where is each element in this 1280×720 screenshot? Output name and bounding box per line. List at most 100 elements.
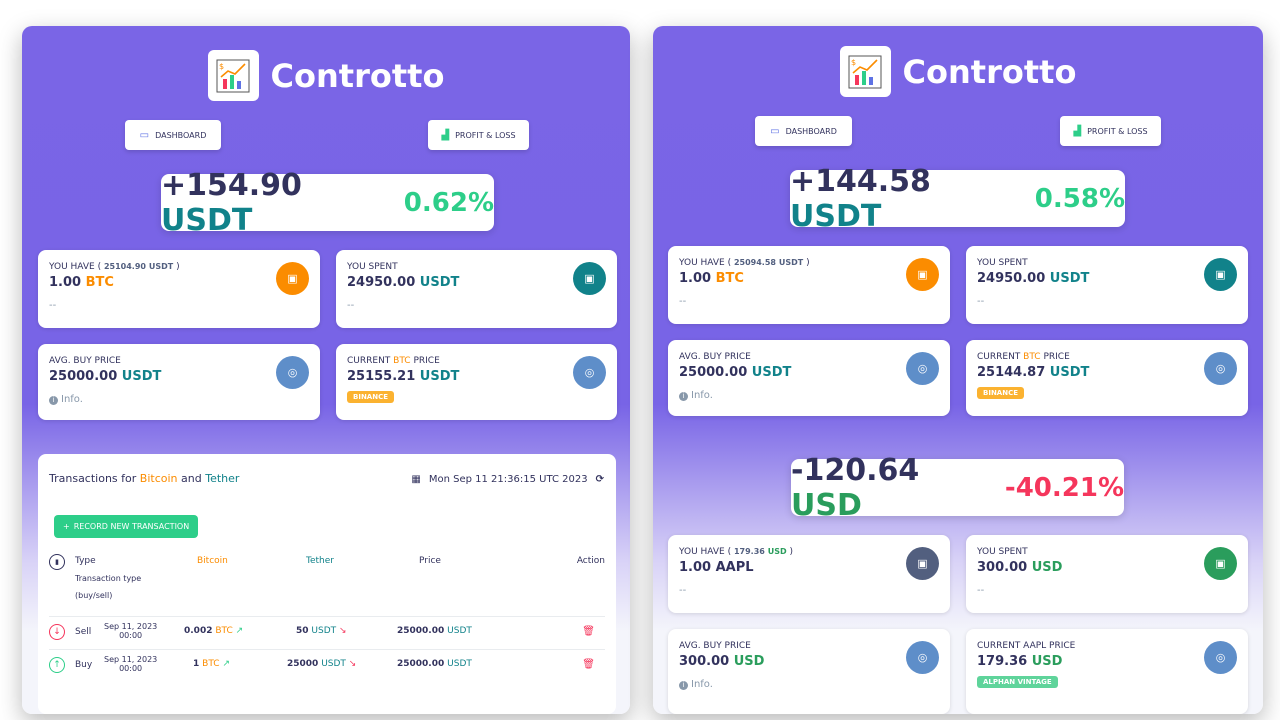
you-spent-note: --	[347, 300, 355, 311]
left-app-window: $ Controtto ▭ DASHBOARD ▟ PROFIT & LOSS …	[22, 26, 630, 714]
info-link[interactable]: i Info.	[49, 394, 309, 405]
avg-buy-price-value: 25000.00 USDT	[679, 365, 792, 380]
you-have-value: 1.00 AAPL	[679, 560, 754, 575]
you-have-label: YOU HAVE ( 179.36 USD )	[679, 547, 793, 557]
row-price: 25000.00 USDT	[397, 659, 472, 669]
coins-icon: ◎	[276, 356, 309, 389]
chart-icon: ▮	[49, 554, 65, 570]
refresh-icon[interactable]: ⟳	[596, 474, 604, 485]
profit-loss-button[interactable]: ▟ PROFIT & LOSS	[428, 120, 529, 150]
table-row: ↑ Buy Sep 11, 2023 00:00 1 BTC ↗ 25000 US…	[49, 649, 605, 681]
row-quote: 25000 USDT ↘	[287, 659, 357, 669]
exchange-badge: BINANCE	[347, 391, 394, 403]
profit-loss-label: PROFIT & LOSS	[1087, 126, 1148, 136]
header-price: Price	[419, 556, 441, 566]
trend-down-icon: ↘	[339, 626, 347, 636]
pnl-summary: +144.58 USDT 0.58%	[790, 164, 1125, 234]
you-spent-label: YOU SPENT	[347, 262, 398, 272]
row-datetime: Sep 11, 2023 00:00	[104, 622, 158, 640]
monitor-icon: ▭	[770, 125, 780, 137]
avg-buy-price-label: AVG. BUY PRICE	[49, 356, 121, 366]
avg-buy-price-card: AVG. BUY PRICE 25000.00 USDT i Info. ◎	[668, 340, 950, 416]
pnl-summary-stock: -120.64 USD -40.21%	[791, 453, 1124, 523]
arrow-up-icon: ↑	[49, 657, 65, 673]
row-base: 1 BTC ↗	[193, 659, 230, 669]
current-price-value: 179.36 USD	[977, 654, 1063, 669]
you-spent-note: --	[977, 296, 985, 307]
money-icon: ▣	[906, 258, 939, 291]
current-price-label: CURRENT BTC PRICE	[347, 356, 440, 366]
table-row: ↓ Sell Sep 11, 2023 00:00 0.002 BTC ↗ 50 …	[49, 616, 605, 648]
row-quote: 50 USDT ↘	[296, 626, 347, 636]
monitor-icon: ▭	[139, 129, 150, 141]
coins-icon: ◎	[906, 641, 939, 674]
record-transaction-button[interactable]: + RECORD NEW TRANSACTION	[54, 515, 199, 538]
you-have-note: --	[679, 296, 687, 307]
delete-icon[interactable]: 🗑	[582, 626, 595, 637]
pnl-summary: +154.90 USDT 0.62%	[161, 168, 494, 238]
info-icon: i	[49, 396, 58, 405]
current-price-label: CURRENT BTC PRICE	[977, 352, 1070, 362]
you-have-note: --	[49, 300, 57, 311]
header-type: Type	[75, 556, 96, 566]
money-icon: ▣	[573, 262, 606, 295]
you-have-value: 1.00 BTC	[49, 275, 114, 290]
you-spent-value: 24950.00 USDT	[347, 275, 460, 290]
chart-logo-icon: $	[207, 50, 259, 101]
dashboard-button[interactable]: ▭ DASHBOARD	[755, 116, 852, 146]
header-tether: Tether	[306, 556, 334, 566]
you-spent-card: YOU SPENT 24950.00 USDT -- ▣	[966, 246, 1248, 324]
you-have-value: 1.00 BTC	[679, 271, 744, 286]
pnl-amount: +144.58 USDT	[790, 163, 931, 234]
area-chart-icon: ▟	[441, 129, 450, 141]
current-price-label: CURRENT AAPL PRICE	[977, 641, 1076, 651]
current-price-card: CURRENT BTC PRICE 25144.87 USDT BINANCE …	[966, 340, 1248, 416]
info-link[interactable]: i Info.	[679, 390, 939, 401]
profit-loss-button[interactable]: ▟ PROFIT & LOSS	[1060, 116, 1161, 146]
info-link[interactable]: i Info.	[679, 679, 939, 690]
transactions-date: ▦ Mon Sep 11 21:36:15 UTC 2023 ⟳	[411, 474, 604, 485]
you-have-label: YOU HAVE ( 25094.58 USDT )	[679, 258, 810, 268]
dashboard-label: DASHBOARD	[785, 126, 837, 136]
arrow-down-icon: ↓	[49, 624, 65, 640]
svg-text:$: $	[851, 58, 856, 67]
dashboard-button[interactable]: ▭ DASHBOARD	[125, 120, 221, 150]
money-icon: ▣	[1204, 258, 1237, 291]
brand-name: Controtto	[902, 52, 1077, 91]
current-price-card-stock: CURRENT AAPL PRICE 179.36 USD ALPHAN VIN…	[966, 629, 1248, 714]
row-base: 0.002 BTC ↗	[184, 626, 244, 636]
coins-icon: ◎	[1204, 352, 1237, 385]
profit-loss-label: PROFIT & LOSS	[455, 130, 516, 140]
current-price-value: 25144.87 USDT	[977, 365, 1090, 380]
avg-buy-price-value: 25000.00 USDT	[49, 369, 162, 384]
transactions-panel: Transactions for Bitcoin and Tether ▦ Mo…	[38, 454, 616, 714]
money-icon: ▣	[276, 262, 309, 295]
you-have-card: YOU HAVE ( 25104.90 USDT ) 1.00 BTC -- ▣	[38, 250, 320, 328]
header-bitcoin: Bitcoin	[197, 556, 228, 566]
trend-down-icon: ↘	[348, 659, 357, 669]
avg-buy-price-label: AVG. BUY PRICE	[679, 352, 751, 362]
header-type-sub2: (buy/sell)	[75, 591, 113, 600]
pnl-percent-stock: -40.21%	[1004, 472, 1124, 503]
dashboard-label: DASHBOARD	[155, 130, 207, 140]
trend-up-icon: ↗	[235, 626, 244, 636]
row-kind: Buy	[75, 660, 93, 670]
you-spent-card: YOU SPENT 24950.00 USDT -- ▣	[336, 250, 617, 328]
plus-icon: +	[63, 522, 70, 531]
avg-buy-price-value: 300.00 USD	[679, 654, 765, 669]
row-datetime: Sep 11, 2023 00:00	[104, 655, 158, 673]
you-spent-label: YOU SPENT	[977, 258, 1028, 268]
row-price: 25000.00 USDT	[397, 626, 472, 636]
header-action: Action	[576, 556, 605, 566]
coins-icon: ◎	[906, 352, 939, 385]
brand-name: Controtto	[270, 56, 445, 95]
row-kind: Sell	[75, 627, 92, 637]
area-chart-icon: ▟	[1073, 125, 1082, 137]
money-icon: ▣	[906, 547, 939, 580]
you-have-label: YOU HAVE ( 25104.90 USDT )	[49, 262, 180, 272]
current-price-card: CURRENT BTC PRICE 25155.21 USDT BINANCE …	[336, 344, 617, 420]
calendar-icon: ▦	[411, 474, 421, 485]
info-icon: i	[679, 681, 688, 690]
right-app-window: $ Controtto ▭ DASHBOARD ▟ PROFIT & LOSS …	[653, 26, 1263, 714]
delete-icon[interactable]: 🗑	[582, 659, 595, 670]
